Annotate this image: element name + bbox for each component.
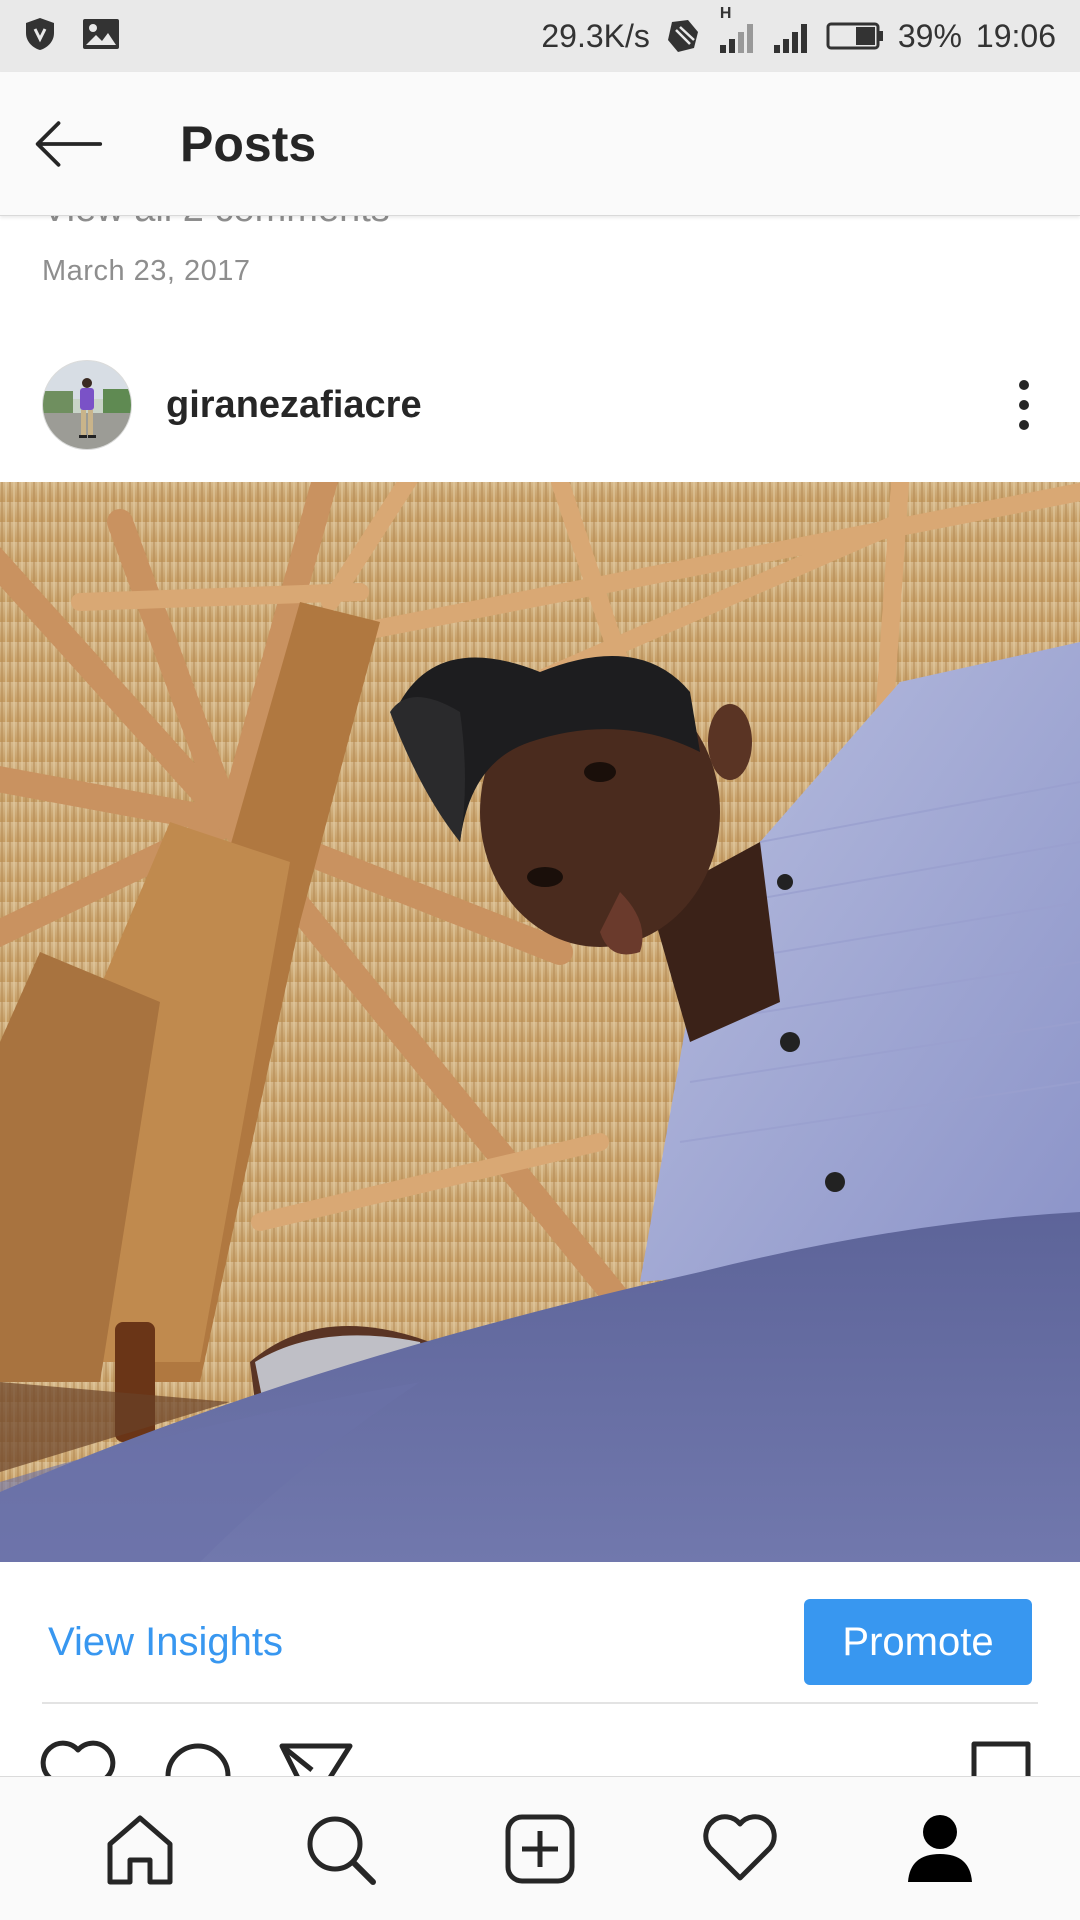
home-icon: [107, 1815, 173, 1884]
page-title: Posts: [180, 115, 317, 172]
screen: 29.3K/s H 39% 19:06 View all 2 comments …: [0, 0, 1080, 1920]
profile-icon: [908, 1814, 972, 1882]
post-date: March 23, 2017: [42, 255, 251, 287]
battery-percent: 39%: [897, 17, 962, 54]
insights-row: View Insights Promote: [0, 1582, 1080, 1702]
nav-search[interactable]: [290, 1799, 390, 1899]
post-header: giranezafiacre: [0, 350, 1080, 460]
battery-icon: [826, 21, 884, 51]
search-icon: [307, 1816, 376, 1885]
clock: 19:06: [975, 17, 1056, 54]
view-insights-link[interactable]: View Insights: [48, 1620, 283, 1665]
arrow-left-icon: [35, 120, 103, 167]
add-post-icon: [505, 1814, 575, 1883]
divider: [42, 1702, 1038, 1704]
status-right: 29.3K/s H 39% 19:06: [541, 5, 1056, 55]
nav-activity[interactable]: [690, 1799, 790, 1899]
image-icon: [82, 18, 120, 55]
promote-button[interactable]: Promote: [804, 1599, 1032, 1685]
nav-profile[interactable]: [890, 1799, 990, 1899]
signal-icon: H: [718, 5, 758, 53]
post-options-button[interactable]: [1004, 375, 1044, 435]
nav-home[interactable]: [90, 1799, 190, 1899]
status-bar: 29.3K/s H 39% 19:06: [0, 0, 1080, 72]
back-button[interactable]: [32, 108, 104, 180]
status-left: [24, 16, 120, 57]
more-vertical-icon: [1019, 380, 1029, 430]
nfc-icon: [664, 18, 704, 54]
bottom-nav: [0, 1776, 1080, 1920]
network-speed: 29.3K/s: [541, 17, 650, 54]
network-type: H: [719, 5, 732, 22]
top-app-bar: Posts: [0, 72, 1080, 216]
nav-add-post[interactable]: [490, 1799, 590, 1899]
shield-icon: [24, 16, 56, 57]
post-username[interactable]: giranezafiacre: [166, 384, 422, 427]
signal-icon: [772, 19, 812, 53]
avatar[interactable]: [42, 360, 132, 450]
activity-heart-icon: [703, 1813, 777, 1880]
post-photo[interactable]: [0, 482, 1080, 1562]
